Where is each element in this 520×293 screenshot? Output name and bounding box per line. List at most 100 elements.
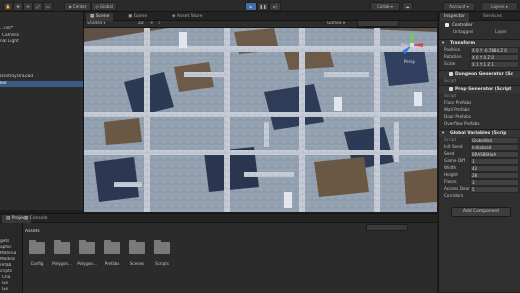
add-component-button[interactable]: Add Component [451, 207, 511, 217]
tab-game[interactable]: ▣ Game [124, 13, 151, 21]
folder-label[interactable]: Polygon... [75, 261, 99, 266]
move-tool-button[interactable]: ✥ [13, 2, 23, 11]
layer-dropdown[interactable]: Layer [495, 29, 507, 35]
folder-icon[interactable] [29, 240, 45, 254]
prefab-row[interactable]: Wall Prefabs [439, 107, 520, 113]
folder-icon[interactable] [79, 240, 95, 254]
expand-arrow-icon: ▾ [442, 41, 445, 46]
variable-field[interactable]: 1 [470, 158, 519, 165]
project-tabbar: ▤ Project ▦ Console [0, 214, 437, 223]
tab-inspector[interactable]: Inspector [440, 13, 469, 21]
tab-scene[interactable]: ▦ Scene [86, 13, 114, 21]
orientation-gizmo[interactable] [399, 32, 425, 58]
folder-label[interactable]: Config [25, 261, 49, 266]
hierarchy-item[interactable]: DestroyOnLoad [0, 74, 83, 80]
variable-label: Floors [444, 179, 457, 184]
prefab-row[interactable]: Door Prefabs [439, 114, 520, 120]
transform-header[interactable]: ▾ Transform [439, 39, 520, 47]
tree-item[interactable]: Ge [0, 287, 24, 293]
pivot-center-toggle[interactable]: ◈ Center [64, 2, 91, 11]
transform-title: Transform [450, 41, 476, 46]
folder-label[interactable]: Polygon... [50, 261, 74, 266]
variable-row: Height 28 [439, 172, 520, 179]
prefab-row[interactable]: Floor Prefabs [439, 100, 520, 106]
variable-field[interactable]: 3 [470, 179, 519, 186]
main-toolbar: ✋ ✥ ⟳ ⤢ ▭ ◈ Center ◎ Global ▶ ❚❚ ▸| Coll… [0, 0, 520, 12]
variable-field[interactable]: BRASB6HoA [470, 151, 519, 158]
tab-console[interactable]: ▦ Console [20, 215, 52, 223]
component-checkbox[interactable] [449, 72, 453, 76]
variable-field[interactable]: GlobalVari [470, 137, 519, 144]
component-title: Dungeon Generator (Sc [455, 72, 514, 77]
variable-field[interactable]: 28 [470, 172, 519, 179]
assets-breadcrumb[interactable]: Assets [25, 229, 40, 234]
variable-row: Game Diff 1 [439, 158, 520, 165]
transform-row: Scale X 1 Y 1 Z 1 [439, 61, 520, 68]
folder-label[interactable]: Scenes [125, 261, 149, 266]
dungeon-scene-render [84, 12, 437, 212]
script-label: Script [444, 78, 457, 83]
scale-label: Scale [444, 61, 456, 66]
object-name-field[interactable]: Controller [452, 22, 473, 28]
folder-icon[interactable] [154, 240, 170, 254]
variable-row: Seed BRASB6HoA [439, 151, 520, 158]
collab-button[interactable]: Collab ▾ [370, 2, 400, 11]
hierarchy-item-selected[interactable]: ller [0, 81, 83, 87]
component-header[interactable]: Dungeon Generator (Sc [439, 70, 520, 78]
overflow-prefabs-label: Overflow Prefabs [444, 121, 480, 126]
inspector-panel: Inspector Services Controller Untagged L… [438, 12, 520, 292]
script-row: Script [439, 78, 520, 84]
step-button[interactable]: ▸| [269, 2, 281, 11]
position-field[interactable]: X 0 Y -0.7884 Z 0 [470, 47, 519, 54]
play-button[interactable]: ▶ [245, 2, 257, 11]
variable-field[interactable]: 42 [470, 165, 519, 172]
script-row: Script [439, 93, 520, 99]
tab-inspector-label: Inspector [444, 14, 465, 19]
prefab-row[interactable]: Overflow Prefabs [439, 121, 520, 127]
variable-label: Width [444, 165, 457, 170]
pause-button[interactable]: ❚❚ [257, 2, 269, 11]
wall-prefabs-label: Wall Prefabs [444, 107, 470, 112]
corridors-row[interactable]: Corridors [439, 193, 520, 199]
folder-icon[interactable] [104, 240, 120, 254]
scene-view[interactable]: Persp [84, 12, 437, 212]
account-dropdown[interactable]: Account ▾ [443, 2, 475, 11]
persp-label[interactable]: Persp [404, 59, 415, 64]
folder-icon[interactable] [129, 240, 145, 254]
folder-label[interactable]: Prefabs [100, 261, 124, 266]
layers-label: Layers [491, 4, 505, 9]
tab-services[interactable]: Services [479, 13, 506, 21]
component-checkbox[interactable] [449, 87, 453, 91]
variable-label: Seed [444, 151, 455, 156]
global-label: Global [100, 4, 113, 9]
rotate-tool-button[interactable]: ⟳ [23, 2, 33, 11]
variable-field[interactable]: 5 [470, 186, 519, 193]
variable-label: Height [444, 172, 458, 177]
variable-label: Game Diff [444, 158, 466, 163]
rect-tool-button[interactable]: ▭ [43, 2, 53, 11]
hierarchy-item[interactable]: ...ner* [0, 26, 83, 32]
layers-dropdown[interactable]: Layers ▾ [481, 2, 518, 11]
project-search-input[interactable] [366, 224, 408, 231]
component-header[interactable]: Prop Generator (Script [439, 85, 520, 93]
global-local-toggle[interactable]: ◎ Global [91, 2, 117, 11]
folder-icon[interactable] [54, 240, 70, 254]
active-checkbox[interactable] [445, 23, 449, 27]
axis-gizmo-icon [401, 34, 423, 54]
variable-row: Script GlobalVari [439, 137, 520, 144]
component-header[interactable]: ▾ Global Variables (Scrip [439, 129, 520, 137]
hand-tool-button[interactable]: ✋ [3, 2, 13, 11]
rotation-field[interactable]: X 0 Y 0 Z 0 [470, 54, 519, 61]
cloud-icon[interactable]: ☁ [402, 2, 413, 11]
tab-asset-store[interactable]: ◈ Asset Store [168, 13, 207, 21]
tag-dropdown[interactable]: Untagged [453, 29, 473, 35]
position-label: Position [444, 47, 461, 52]
scale-field[interactable]: X 1 Y 1 Z 1 [470, 61, 519, 68]
scale-tool-button[interactable]: ⤢ [33, 2, 43, 11]
rotation-label: Rotation [444, 54, 462, 59]
tab-console-label: Console [29, 216, 48, 221]
transform-row: Position X 0 Y -0.7884 Z 0 [439, 47, 520, 54]
folder-label[interactable]: Scripts [150, 261, 174, 266]
variable-field[interactable]: Initialized [470, 144, 519, 151]
hierarchy-item[interactable]: nal Light [0, 39, 83, 45]
